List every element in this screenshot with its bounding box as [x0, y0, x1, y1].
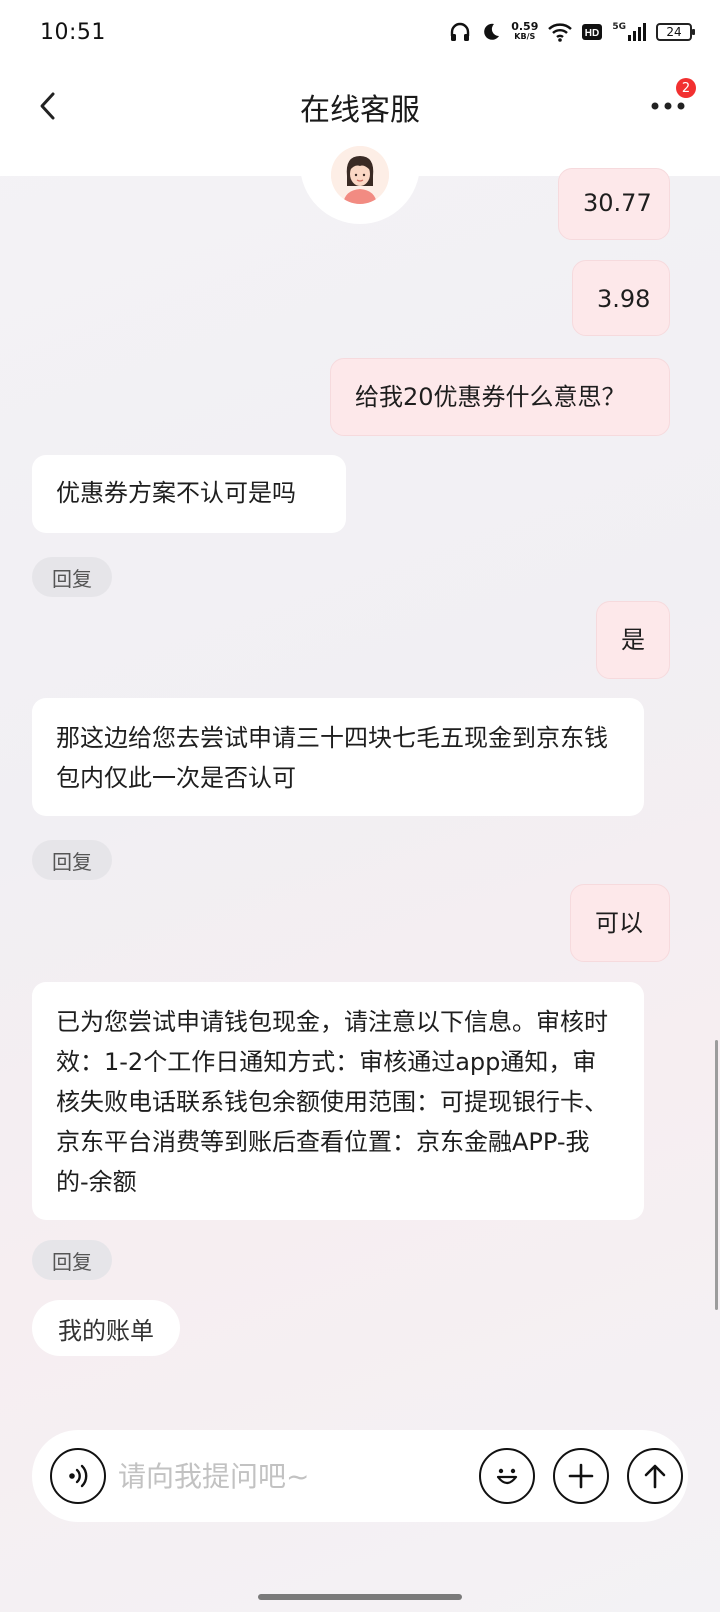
more-dots-icon	[651, 102, 685, 110]
message-bubble-agent: 那这边给您去尝试申请三十四块七毛五现金到京东钱包内仅此一次是否认可	[32, 698, 644, 816]
status-icons: 0.59 KB/S HD 5G 24	[449, 20, 695, 42]
net-speed: 0.59 KB/S	[511, 20, 539, 41]
reply-button[interactable]: 回复	[32, 840, 112, 880]
more-button[interactable]: 2	[646, 78, 696, 124]
emoji-icon	[496, 1468, 518, 1485]
back-button[interactable]	[28, 86, 68, 126]
message-input[interactable]	[118, 1459, 467, 1493]
chat-thread: 30.77 3.98 给我20优惠券什么意思？ 优惠券方案不认可是吗 回复 是 …	[0, 168, 720, 1426]
send-arrow-icon	[644, 1464, 666, 1489]
home-indicator[interactable]	[258, 1594, 462, 1600]
reply-button[interactable]: 回复	[32, 1240, 112, 1280]
svg-text:HD: HD	[585, 28, 599, 39]
signal-icon: 5G	[612, 23, 646, 41]
moon-icon	[484, 23, 500, 40]
voice-icon	[69, 1464, 88, 1488]
battery-indicator: 24	[656, 23, 695, 41]
send-button[interactable]	[627, 1448, 683, 1504]
hd-icon: HD	[582, 24, 603, 40]
message-bubble-agent: 已为您尝试申请钱包现金，请注意以下信息。审核时效：1-2个工作日通知方式：审核通…	[32, 982, 644, 1220]
emoji-button[interactable]	[479, 1448, 535, 1504]
input-actions	[479, 1448, 683, 1504]
plus-button[interactable]	[553, 1448, 609, 1504]
message-bubble-user: 30.77	[558, 168, 670, 240]
message-bubble-user: 给我20优惠券什么意思？	[330, 358, 670, 436]
voice-button[interactable]	[50, 1448, 106, 1504]
message-bubble-user: 3.98	[572, 260, 670, 336]
chevron-left-icon	[40, 92, 55, 120]
status-time: 10:51	[40, 19, 106, 45]
message-bubble-user: 可以	[570, 884, 670, 962]
status-bar: 10:51 0.59 KB/S HD 5G 24	[0, 0, 720, 64]
message-bubble-user: 是	[596, 601, 670, 679]
headphones-icon	[451, 22, 470, 41]
notification-badge: 2	[676, 78, 696, 98]
input-bar	[32, 1430, 688, 1522]
reply-button[interactable]: 回复	[32, 557, 112, 597]
page-title: 在线客服	[300, 93, 420, 128]
plus-icon	[568, 1463, 594, 1489]
quick-reply-my-bill[interactable]: 我的账单	[32, 1300, 180, 1356]
wifi-icon	[548, 23, 573, 42]
message-bubble-agent: 优惠券方案不认可是吗	[32, 455, 346, 533]
scrollbar[interactable]	[715, 1040, 718, 1310]
